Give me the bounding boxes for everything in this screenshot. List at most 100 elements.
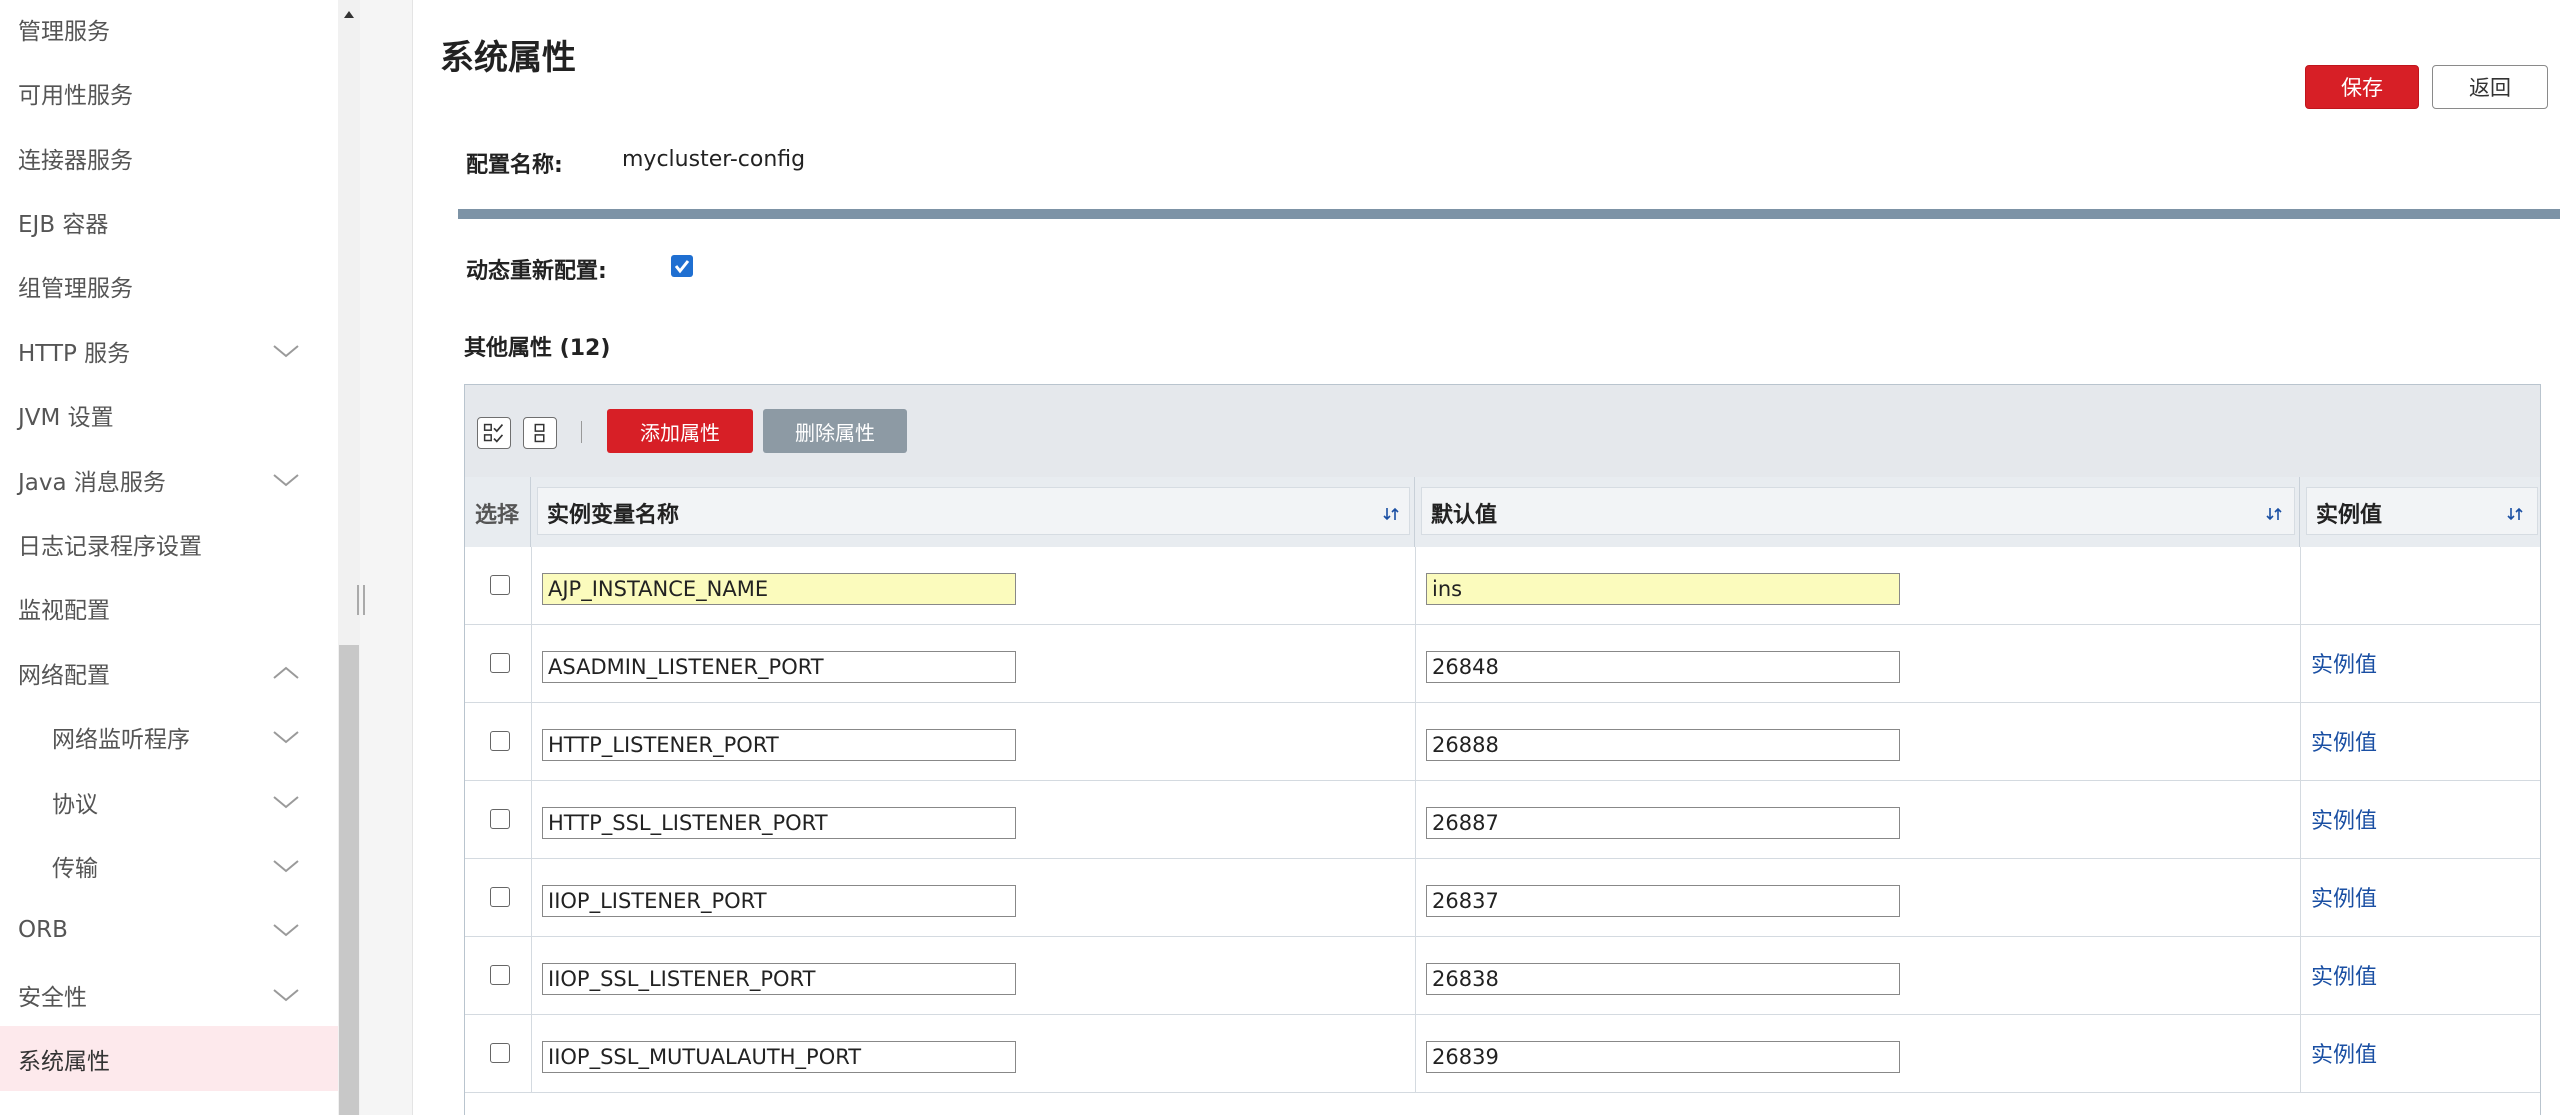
column-header-name[interactable]: 实例变量名称	[531, 477, 1415, 547]
property-name-input[interactable]	[542, 963, 1016, 995]
sidebar-item[interactable]: 组管理服务	[0, 253, 338, 318]
cell-divider	[531, 781, 532, 859]
property-name-input[interactable]	[542, 573, 1016, 605]
chevron-down-icon[interactable]	[268, 468, 304, 492]
chevron-up-icon[interactable]	[268, 661, 304, 685]
cell-divider	[531, 937, 532, 1015]
delete-property-button[interactable]: 删除属性	[763, 409, 907, 453]
sidebar-item[interactable]: 连接器服务	[0, 125, 338, 190]
default-value-input[interactable]	[1426, 573, 1900, 605]
sidebar-item-label: 网络配置	[18, 662, 110, 689]
sidebar-scroll-thumb[interactable]	[339, 645, 359, 1115]
row-select-checkbox[interactable]	[490, 887, 510, 907]
table-row: 实例值	[465, 625, 2540, 703]
sidebar-item[interactable]: 网络配置	[0, 640, 338, 705]
default-value-input[interactable]	[1426, 651, 1900, 683]
chevron-down-icon[interactable]	[268, 854, 304, 878]
column-header-default[interactable]: 默认值	[1415, 477, 2300, 547]
property-name-input[interactable]	[542, 1041, 1016, 1073]
sidebar-item-label: Java 消息服务	[18, 469, 166, 496]
instance-value-link[interactable]: 实例值	[2311, 1037, 2377, 1069]
row-select-checkbox[interactable]	[490, 965, 510, 985]
default-value-input[interactable]	[1426, 1041, 1900, 1073]
sidebar-item-label: 协议	[52, 791, 98, 818]
cell-divider	[2300, 937, 2301, 1015]
chevron-down-icon[interactable]	[268, 918, 304, 942]
table-row: 实例值	[465, 781, 2540, 859]
sort-icon[interactable]	[2507, 505, 2525, 523]
sidebar-item[interactable]: 系统属性	[0, 1026, 338, 1091]
sort-icon[interactable]	[1383, 505, 1401, 523]
back-button[interactable]: 返回	[2432, 65, 2548, 109]
sidebar-item[interactable]: 监视配置	[0, 575, 338, 640]
sidebar-item[interactable]: 日志记录程序设置	[0, 511, 338, 576]
column-header-name-label: 实例变量名称	[547, 503, 680, 528]
dynamic-reconfig-label: 动态重新配置:	[466, 259, 607, 284]
sidebar-item[interactable]: 可用性服务	[0, 60, 338, 125]
other-properties-heading: 其他属性 (12)	[464, 336, 611, 361]
instance-value-link[interactable]: 实例值	[2311, 725, 2377, 757]
sidebar-item[interactable]: 管理服务	[0, 0, 338, 61]
deselect-all-icon[interactable]	[523, 417, 557, 449]
chevron-down-icon[interactable]	[268, 725, 304, 749]
sidebar-item[interactable]: HTTP 服务	[0, 318, 338, 383]
sidebar-item[interactable]: 传输	[0, 833, 338, 898]
row-select-checkbox[interactable]	[490, 653, 510, 673]
chevron-down-icon[interactable]	[268, 339, 304, 363]
default-value-input[interactable]	[1426, 963, 1900, 995]
default-value-input[interactable]	[1426, 885, 1900, 917]
config-name-label: 配置名称:	[466, 153, 563, 178]
config-name-value: mycluster-config	[622, 147, 806, 172]
sidebar-item[interactable]: Java 消息服务	[0, 447, 338, 512]
instance-value-link[interactable]: 实例值	[2311, 959, 2377, 991]
sidebar-item[interactable]: 安全性	[0, 962, 338, 1027]
sidebar-item-label: 监视配置	[18, 597, 110, 624]
cell-divider	[2300, 1015, 2301, 1093]
properties-table: 添加属性 删除属性 选择 实例变量名称 默认值 实例值 AJP_INSTANCE…	[464, 384, 2541, 1115]
row-select-checkbox[interactable]	[490, 575, 510, 595]
sidebar-item-label: 日志记录程序设置	[18, 533, 202, 560]
add-property-button[interactable]: 添加属性	[607, 409, 753, 453]
table-row: 实例值	[465, 859, 2540, 937]
property-name-input[interactable]	[542, 885, 1016, 917]
select-all-icon[interactable]	[477, 417, 511, 449]
cell-divider	[2300, 547, 2301, 625]
sort-icon[interactable]	[2266, 505, 2284, 523]
toolbar-separator	[581, 421, 582, 443]
sidebar-item-label: 系统属性	[18, 1048, 110, 1075]
cell-divider	[2300, 703, 2301, 781]
sidebar-item-label: 传输	[52, 855, 98, 882]
splitter-grip-icon[interactable]	[357, 585, 365, 615]
cell-divider	[1415, 703, 1416, 781]
sidebar-item[interactable]: ORB	[0, 897, 338, 962]
instance-value-link[interactable]: 实例值	[2311, 647, 2377, 679]
scroll-up-arrow-icon[interactable]	[338, 0, 360, 30]
property-name-input[interactable]	[542, 651, 1016, 683]
property-name-input[interactable]	[542, 729, 1016, 761]
dynamic-reconfig-checkbox[interactable]	[671, 255, 693, 277]
panel-splitter[interactable]	[360, 0, 413, 1115]
save-button[interactable]: 保存	[2305, 65, 2419, 109]
sidebar-item-label: ORB	[18, 916, 68, 943]
instance-value-link[interactable]: 实例值	[2311, 803, 2377, 835]
default-value-input[interactable]	[1426, 729, 1900, 761]
default-value-input[interactable]	[1426, 807, 1900, 839]
chevron-down-icon[interactable]	[268, 790, 304, 814]
sidebar-item[interactable]: 协议	[0, 769, 338, 834]
column-header-instance[interactable]: 实例值	[2300, 477, 2540, 547]
row-select-checkbox[interactable]	[490, 731, 510, 751]
property-name-input[interactable]	[542, 807, 1016, 839]
sidebar-item[interactable]: EJB 容器	[0, 189, 338, 254]
table-row: 实例值	[465, 937, 2540, 1015]
sidebar-item[interactable]: JVM 设置	[0, 382, 338, 447]
row-select-checkbox[interactable]	[490, 1043, 510, 1063]
cell-divider	[531, 703, 532, 781]
sidebar-item-label: 连接器服务	[18, 147, 133, 174]
sidebar-item-label: 网络监听程序	[52, 726, 190, 753]
row-select-checkbox[interactable]	[490, 809, 510, 829]
cell-divider	[1415, 625, 1416, 703]
instance-value-link[interactable]: 实例值	[2311, 881, 2377, 913]
chevron-down-icon[interactable]	[268, 983, 304, 1007]
cell-divider	[1415, 937, 1416, 1015]
sidebar-item[interactable]: 网络监听程序	[0, 704, 338, 769]
